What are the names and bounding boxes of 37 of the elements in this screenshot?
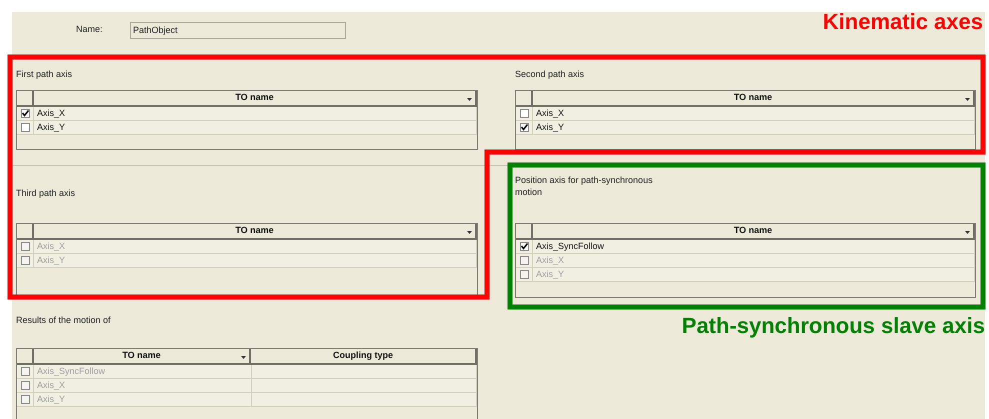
section-label: Second path axis	[515, 68, 586, 80]
table-cell: Axis_Y	[34, 254, 477, 267]
annotation-label: Kinematic axes	[822, 8, 983, 36]
table-cell: Axis_Y	[34, 121, 477, 134]
table-cell: Axis_X	[533, 254, 975, 267]
column-header[interactable]: Coupling type	[251, 349, 477, 365]
dropdown-arrow-icon[interactable]	[965, 98, 970, 101]
table-cell: Axis_X	[34, 379, 252, 392]
column-header[interactable]: TO name	[34, 91, 477, 107]
column-header[interactable]: TO name	[34, 349, 251, 365]
checkbox[interactable]	[20, 109, 30, 118]
table-cell: Axis_Y	[533, 268, 975, 281]
table-cell: Axis_SyncFollow	[533, 240, 975, 253]
annotation-label: Path-synchronous slave axis	[682, 312, 985, 340]
section-label: Results of the motion of	[16, 314, 112, 326]
table-cell: Axis_Y	[533, 121, 975, 134]
section-label: Position axis for path-synchronous motion	[515, 174, 654, 198]
name-label: Name:	[76, 23, 104, 36]
section-label: First path axis	[16, 68, 74, 80]
column-header[interactable]: TO name	[533, 91, 975, 107]
dropdown-arrow-icon[interactable]	[467, 98, 472, 101]
checkbox[interactable]	[520, 242, 528, 251]
table-cell: Axis_X	[533, 107, 975, 120]
table-cell: Axis_SyncFollow	[34, 365, 252, 378]
table-cell: Axis_X	[34, 240, 477, 253]
checkbox[interactable]	[520, 123, 528, 132]
dropdown-arrow-icon[interactable]	[467, 231, 472, 234]
table-cell: Axis_Y	[34, 393, 252, 406]
table-cell: Axis_X	[34, 107, 477, 120]
checkbox[interactable]	[520, 109, 528, 118]
column-header[interactable]: TO name	[34, 224, 477, 240]
column-header[interactable]: TO name	[533, 224, 975, 240]
checkbox[interactable]	[20, 123, 30, 132]
section-label: Third path axis	[16, 187, 76, 199]
dropdown-arrow-icon[interactable]	[241, 356, 246, 359]
dropdown-arrow-icon[interactable]	[965, 231, 970, 234]
name-field[interactable]: PathObject	[130, 22, 346, 38]
